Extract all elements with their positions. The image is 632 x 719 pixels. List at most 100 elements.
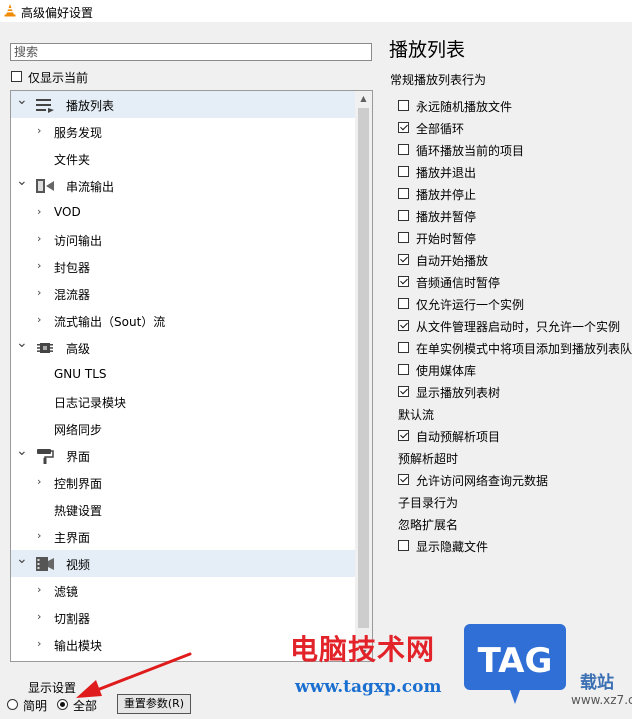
tree-item[interactable]: › 流式输出（Sout）流 <box>11 307 356 334</box>
tree-item[interactable]: ⌄ 高级 <box>11 334 356 361</box>
stream-output-icon <box>35 177 55 195</box>
chevron-right-icon[interactable]: › <box>37 610 41 623</box>
option-checkbox[interactable] <box>398 540 409 551</box>
tree-item[interactable]: ⌄ 界面 <box>11 442 356 469</box>
chevron-right-icon[interactable]: › <box>37 232 41 245</box>
chevron-right-icon[interactable]: › <box>37 313 41 326</box>
chevron-right-icon[interactable]: › <box>37 124 41 137</box>
tree-item[interactable]: › 封包器 <box>11 253 356 280</box>
option-checkbox[interactable] <box>398 210 409 221</box>
chevron-down-icon[interactable]: ⌄ <box>16 92 28 108</box>
tree-item[interactable]: 网络同步 <box>11 415 356 442</box>
option-checkbox[interactable] <box>398 254 409 265</box>
tree-item[interactable]: 文件夹 <box>11 145 356 172</box>
option-checkbox[interactable] <box>398 232 409 243</box>
tree-item-label: 滤镜 <box>54 585 79 599</box>
chevron-down-icon[interactable]: ⌄ <box>16 335 28 351</box>
option-checkbox[interactable] <box>398 100 409 111</box>
chevron-right-icon[interactable]: › <box>37 259 41 272</box>
display-settings-label: 显示设置 <box>28 681 77 695</box>
tree-item-label: 日志记录模块 <box>54 396 127 410</box>
annotation-arrow <box>76 652 192 698</box>
show-current-label: 仅显示当前 <box>28 71 89 85</box>
option-checkbox[interactable] <box>398 166 409 177</box>
option-label: 自动开始播放 <box>416 254 489 268</box>
tree-item[interactable]: 热键设置 <box>11 496 356 523</box>
option-checkbox[interactable] <box>398 122 409 133</box>
option-label: 音频通信时暂停 <box>416 276 501 290</box>
show-current-checkbox[interactable] <box>11 71 22 82</box>
tree-item[interactable]: › VOD <box>11 199 356 226</box>
simple-radio[interactable] <box>7 699 18 710</box>
tree-item-label: 网络同步 <box>54 423 103 437</box>
option-checkbox[interactable] <box>398 144 409 155</box>
panel-section-label: 常规播放列表行为 <box>390 73 487 87</box>
watermark-tag-logo: TAG <box>464 624 566 704</box>
window-title: 高级偏好设置 <box>21 6 94 20</box>
tree-item[interactable]: ⌄ 播放列表 <box>11 91 356 118</box>
playlist-icon <box>35 96 55 114</box>
option-checkbox[interactable] <box>398 320 409 331</box>
option-label: 播放并退出 <box>416 166 477 180</box>
option-label: 仅允许运行一个实例 <box>416 298 525 312</box>
tree-item[interactable]: › 切割器 <box>11 604 356 631</box>
option-group-label: 预解析超时 <box>398 452 459 466</box>
tree-item-label: GNU TLS <box>54 367 107 381</box>
svg-text:TAG: TAG <box>478 641 553 681</box>
search-input[interactable] <box>11 44 371 60</box>
chip-icon <box>35 339 55 357</box>
search-box[interactable] <box>10 43 372 61</box>
chevron-right-icon[interactable]: › <box>37 286 41 299</box>
option-label: 循环播放当前的项目 <box>416 144 525 158</box>
chevron-right-icon[interactable]: › <box>37 475 41 488</box>
chevron-right-icon[interactable]: › <box>37 637 41 650</box>
tree-item-label: 混流器 <box>54 288 91 302</box>
chevron-down-icon[interactable]: ⌄ <box>16 551 28 567</box>
tree-item-label: 切割器 <box>54 612 91 626</box>
watermark-mini-text: 载站 <box>580 673 614 693</box>
option-label: 播放并停止 <box>416 188 477 202</box>
option-checkbox[interactable] <box>398 276 409 287</box>
chevron-down-icon[interactable]: ⌄ <box>16 443 28 459</box>
tree-item[interactable]: › 主界面 <box>11 523 356 550</box>
tree-item-label: 视频 <box>66 558 91 572</box>
tree-item[interactable]: › 访问输出 <box>11 226 356 253</box>
tree-item[interactable]: 日志记录模块 <box>11 388 356 415</box>
all-radio[interactable] <box>57 699 68 710</box>
option-checkbox[interactable] <box>398 386 409 397</box>
chevron-right-icon[interactable]: › <box>37 529 41 542</box>
option-checkbox[interactable] <box>398 298 409 309</box>
tree-item[interactable]: ⌄ 串流输出 <box>11 172 356 199</box>
settings-tree[interactable]: › 输出模块 › 切割器 › 滤镜 ⌄ 视频 › 主界面 热键设置 › 控制界面 ⌄ 界面 网络同步 日志记录模… <box>10 90 373 662</box>
option-label: 开始时暂停 <box>416 232 477 246</box>
tree-item[interactable]: › 服务发现 <box>11 118 356 145</box>
option-checkbox[interactable] <box>398 474 409 485</box>
chevron-right-icon[interactable]: › <box>37 583 41 596</box>
option-label: 允许访问网络查询元数据 <box>416 474 549 488</box>
chevron-right-icon[interactable]: › <box>37 205 41 218</box>
option-checkbox[interactable] <box>398 430 409 441</box>
tree-item[interactable]: › 滤镜 <box>11 577 356 604</box>
option-checkbox[interactable] <box>398 364 409 375</box>
option-label: 全部循环 <box>416 122 465 136</box>
video-icon <box>35 555 55 573</box>
tree-item[interactable]: › 控制界面 <box>11 469 356 496</box>
tree-item-label: 热键设置 <box>54 504 103 518</box>
watermark-mini-url: www.xz7.com <box>571 693 632 707</box>
tree-item-label: 控制界面 <box>54 477 103 491</box>
tree-item[interactable]: › 混流器 <box>11 280 356 307</box>
option-label: 从文件管理器启动时，只允许一个实例 <box>416 320 621 334</box>
tree-scrollbar[interactable]: ▲ ▼ <box>355 91 372 661</box>
scroll-up-icon[interactable]: ▲ <box>355 91 372 107</box>
option-checkbox[interactable] <box>398 342 409 353</box>
tree-item-label: 服务发现 <box>54 126 103 140</box>
option-label: 使用媒体库 <box>416 364 477 378</box>
tree-item[interactable]: ⌄ 视频 <box>11 550 356 577</box>
option-label: 播放并暂停 <box>416 210 477 224</box>
tree-item[interactable]: GNU TLS <box>11 361 356 388</box>
chevron-down-icon[interactable]: ⌄ <box>16 173 28 189</box>
option-checkbox[interactable] <box>398 188 409 199</box>
scroll-thumb[interactable] <box>358 108 369 628</box>
watermark-url: www.tagxp.com <box>295 677 442 697</box>
option-group-label: 忽略扩展名 <box>398 518 459 532</box>
